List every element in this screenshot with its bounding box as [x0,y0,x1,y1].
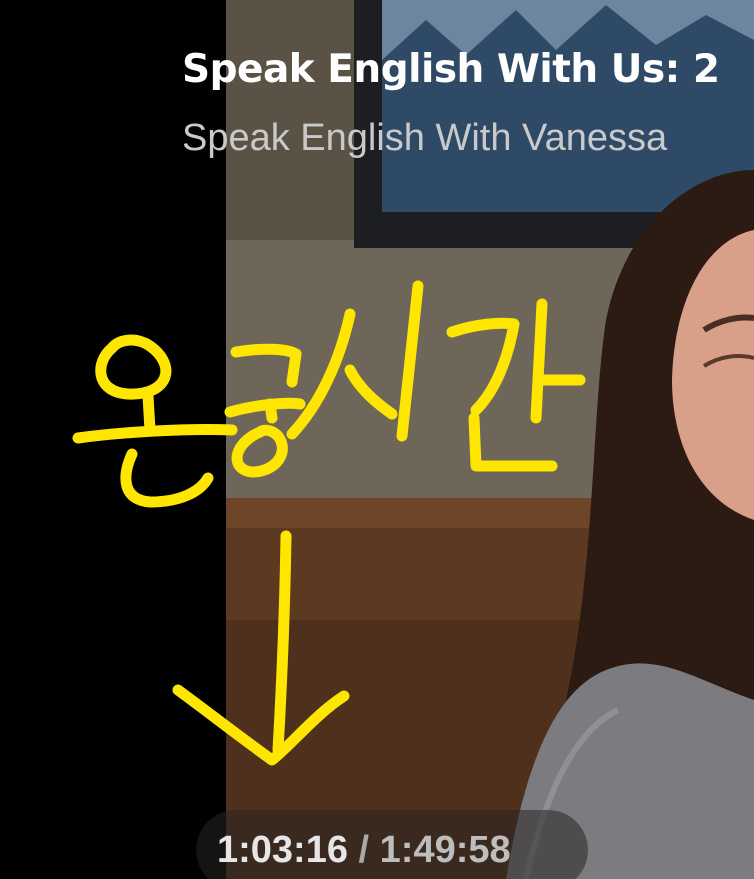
channel-name[interactable]: Speak English With Vanessa [182,114,754,162]
time-display[interactable]: 1:03:16 / 1:49:58 [217,824,511,876]
time-separator: / [347,829,380,871]
current-time: 1:03:16 [217,829,348,871]
video-player[interactable]: Speak English With Us: 2 Speak English W… [0,0,754,879]
total-duration: 1:49:58 [379,829,511,871]
video-title[interactable]: Speak English With Us: 2 [182,44,754,96]
